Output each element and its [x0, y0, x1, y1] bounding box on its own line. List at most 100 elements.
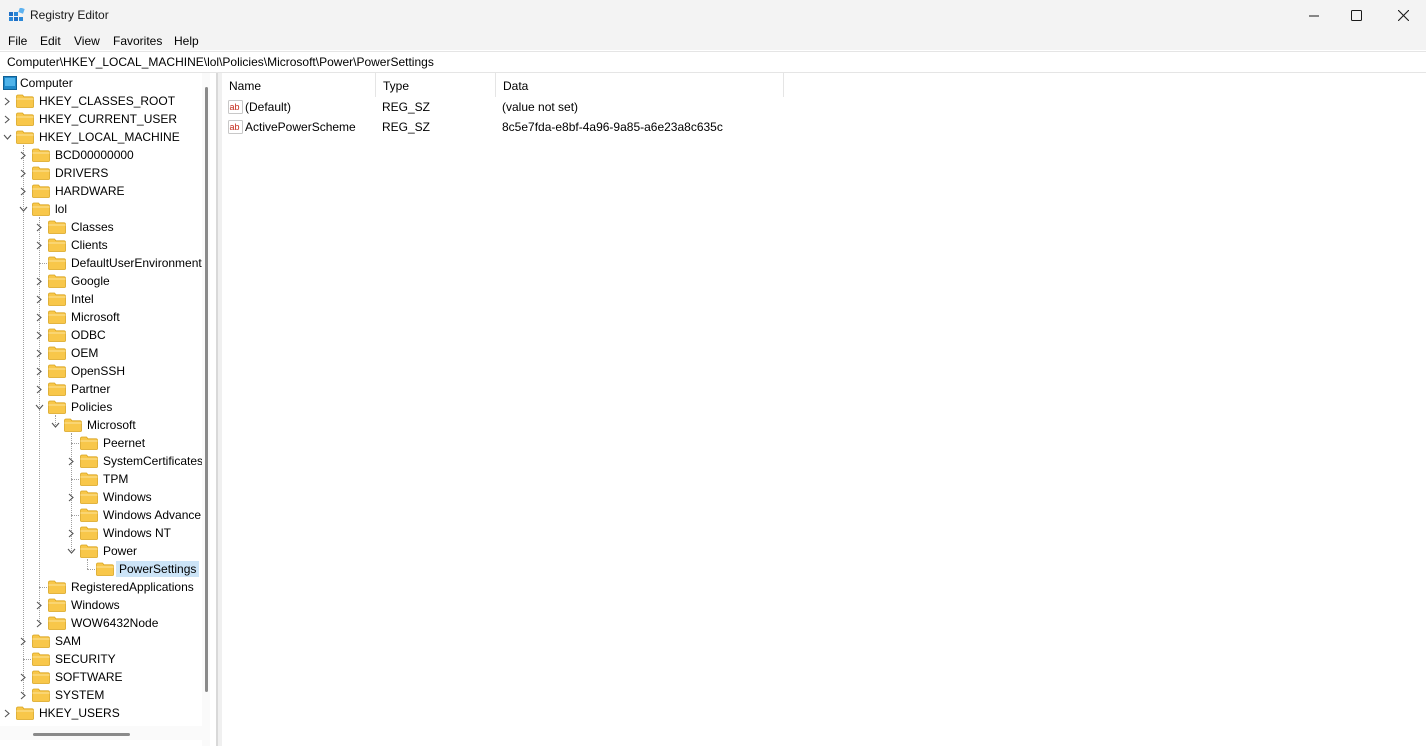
tree-node[interactable]: DefaultUserEnvironment [34, 254, 205, 272]
menu-edit[interactable]: Edit [40, 34, 61, 48]
tree-node[interactable]: Windows NT [66, 524, 174, 542]
chevron-right-icon[interactable] [34, 308, 44, 326]
chevron-right-icon[interactable] [66, 524, 76, 542]
tree-node[interactable]: Microsoft [34, 308, 123, 326]
value-row[interactable]: ab ActivePowerScheme REG_SZ 8c5e7fda-e8b… [222, 117, 1022, 137]
chevron-right-icon[interactable] [34, 290, 44, 308]
menu-help[interactable]: Help [174, 34, 199, 48]
tree-node[interactable]: OEM [34, 344, 101, 362]
tree-vertical-scroll-thumb[interactable] [205, 87, 208, 692]
tree-node-label: HKEY_USERS [39, 706, 120, 720]
tree-node[interactable]: HARDWARE [18, 182, 128, 200]
chevron-right-icon[interactable] [18, 632, 28, 650]
maximize-button[interactable] [1333, 0, 1379, 31]
tree-node[interactable]: HKEY_USERS [2, 704, 123, 722]
column-header-data[interactable]: Data [496, 73, 784, 97]
chevron-down-icon[interactable] [18, 200, 28, 218]
menu-view[interactable]: View [74, 34, 100, 48]
folder-icon [80, 544, 98, 558]
tree-node[interactable]: Peernet [66, 434, 148, 452]
tree-node[interactable]: BCD00000000 [18, 146, 137, 164]
tree-node[interactable]: Windows [66, 488, 155, 506]
tree-node[interactable]: SOFTWARE [18, 668, 126, 686]
address-bar[interactable]: Computer\HKEY_LOCAL_MACHINE\lol\Policies… [0, 51, 1426, 73]
tree-node[interactable]: HKEY_CLASSES_ROOT [2, 92, 178, 110]
chevron-down-icon[interactable] [2, 128, 12, 146]
chevron-right-icon[interactable] [66, 488, 76, 506]
chevron-right-icon[interactable] [34, 272, 44, 290]
tree-node-label: TPM [103, 472, 129, 486]
tree-node[interactable]: Computer [3, 74, 76, 92]
tree-node[interactable]: SYSTEM [18, 686, 107, 704]
tree-node[interactable]: Classes [34, 218, 117, 236]
tree-node[interactable]: Google [34, 272, 113, 290]
address-path[interactable]: Computer\HKEY_LOCAL_MACHINE\lol\Policies… [7, 55, 434, 69]
chevron-right-icon[interactable] [18, 686, 28, 704]
chevron-right-icon[interactable] [34, 344, 44, 362]
chevron-right-icon[interactable] [2, 704, 12, 722]
tree-node[interactable]: HKEY_CURRENT_USER [2, 110, 180, 128]
key-tree-pane[interactable]: Computer HKEY_CLASSES_ROOT HKEY_CURRENT_US… [0, 73, 217, 746]
chevron-right-icon[interactable] [34, 614, 44, 632]
tree-node-label: Intel [71, 292, 94, 306]
chevron-right-icon[interactable] [2, 110, 12, 128]
close-button[interactable] [1380, 0, 1426, 31]
close-icon [1397, 10, 1409, 21]
tree-node[interactable]: SAM [18, 632, 84, 650]
tree-node[interactable]: PowerSettings [82, 560, 200, 578]
tree-node[interactable]: TPM [66, 470, 131, 488]
tree-node-label: HARDWARE [55, 184, 125, 198]
tree-node[interactable]: OpenSSH [34, 362, 128, 380]
tree-node[interactable]: ODBC [34, 326, 109, 344]
tree-node[interactable]: Policies [34, 398, 115, 416]
chevron-right-icon[interactable] [34, 326, 44, 344]
tree-node-label: OpenSSH [71, 364, 126, 378]
tree-node[interactable]: Partner [34, 380, 113, 398]
chevron-right-icon[interactable] [34, 362, 44, 380]
maximize-icon [1350, 10, 1362, 21]
tree-node[interactable]: Windows Advance [66, 506, 204, 524]
tree-node[interactable]: WOW6432Node [34, 614, 161, 632]
chevron-right-icon[interactable] [18, 164, 28, 182]
chevron-right-icon[interactable] [18, 668, 28, 686]
tree-node[interactable]: SECURITY [18, 650, 119, 668]
tree-node[interactable]: SystemCertificates [66, 452, 206, 470]
chevron-down-icon[interactable] [34, 398, 44, 416]
tree-node[interactable]: lol [18, 200, 70, 218]
tree-node[interactable]: HKEY_LOCAL_MACHINE [2, 128, 183, 146]
chevron-right-icon[interactable] [18, 182, 28, 200]
tree-vertical-scrollbar[interactable] [202, 73, 210, 746]
tree-horizontal-scroll-thumb[interactable] [33, 733, 130, 736]
chevron-down-icon[interactable] [50, 416, 60, 434]
chevron-right-icon[interactable] [34, 236, 44, 254]
tree-node[interactable]: RegisteredApplications [34, 578, 197, 596]
chevron-right-icon[interactable] [34, 380, 44, 398]
tree-node[interactable]: Microsoft [50, 416, 139, 434]
column-header-type[interactable]: Type [376, 73, 496, 97]
menu-favorites[interactable]: Favorites [113, 34, 162, 48]
chevron-right-icon[interactable] [2, 92, 12, 110]
value-row[interactable]: ab (Default) REG_SZ (value not set) [222, 97, 1022, 117]
values-list-pane[interactable]: Name Type Data ab (Default) REG_SZ (valu… [222, 73, 1426, 746]
menu-file[interactable]: File [8, 34, 27, 48]
tree-node[interactable]: Clients [34, 236, 111, 254]
tree-node-label: Microsoft [87, 418, 136, 432]
tree-node[interactable]: Power [66, 542, 140, 560]
title-bar: Registry Editor [0, 0, 1426, 32]
tree-node[interactable]: DRIVERS [18, 164, 111, 182]
tree-guide-line [23, 145, 24, 695]
tree-horizontal-scrollbar[interactable] [0, 726, 202, 740]
chevron-down-icon[interactable] [66, 542, 76, 560]
chevron-right-icon[interactable] [66, 452, 76, 470]
tree-node[interactable]: Intel [34, 290, 97, 308]
tree-node[interactable]: Windows [34, 596, 123, 614]
chevron-right-icon[interactable] [34, 596, 44, 614]
value-data: (value not set) [502, 100, 579, 114]
chevron-right-icon[interactable] [18, 146, 28, 164]
value-data: 8c5e7fda-e8bf-4a96-9a85-a6e23a8c635c [502, 120, 723, 134]
value-type: REG_SZ [382, 100, 431, 114]
chevron-right-icon[interactable] [34, 218, 44, 236]
column-header-name[interactable]: Name [222, 73, 376, 97]
minimize-button[interactable] [1291, 0, 1337, 31]
folder-icon [32, 202, 50, 216]
